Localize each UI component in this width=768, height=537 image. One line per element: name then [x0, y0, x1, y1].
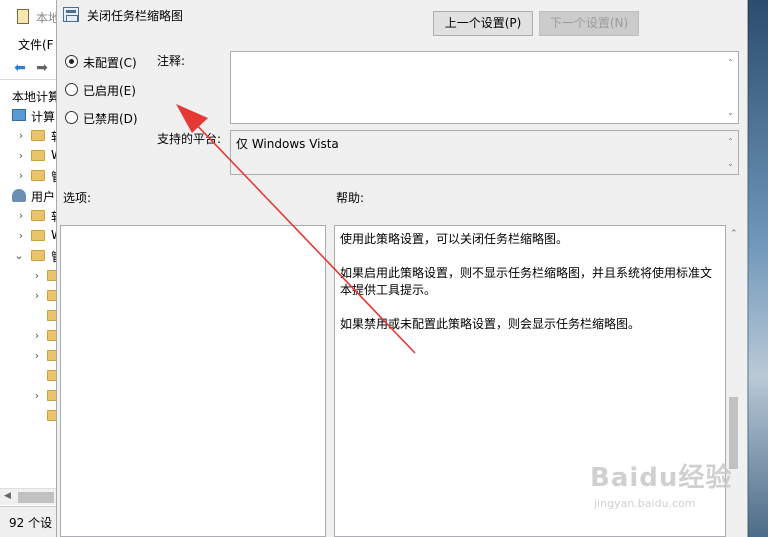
chevron-right-icon[interactable]: ›	[32, 269, 42, 282]
watermark-brand: Baidu经验	[590, 463, 733, 493]
policy-title: 关闭任务栏缩略图	[87, 9, 184, 23]
desktop-background	[749, 0, 768, 537]
folder-icon	[31, 230, 45, 241]
tree-subitem[interactable]	[0, 406, 61, 426]
bg-menu-bar: 文件(F	[0, 34, 58, 54]
chevron-down-icon[interactable]: ⌄	[14, 249, 24, 262]
supported-platform-label: 支持的平台:	[157, 132, 222, 146]
bg-status-bar: 92 个设	[0, 506, 58, 537]
tree-subitem[interactable]: ›	[0, 386, 61, 406]
chevron-right-icon[interactable]: ›	[16, 209, 26, 222]
tree-item[interactable]: › 软	[0, 206, 63, 226]
tree-item[interactable]: › W	[0, 226, 63, 246]
supported-platform-value: 仅 Windows Vista	[236, 137, 339, 151]
scroll-down-icon[interactable]: ⌄	[726, 159, 735, 168]
tree-subitem[interactable]: ›	[0, 286, 61, 306]
tree-item-label: 计算	[31, 110, 56, 124]
computer-icon	[12, 109, 26, 121]
tree-subitem[interactable]	[0, 306, 61, 326]
radio-label: 未配置(C)	[83, 56, 137, 70]
previous-setting-button[interactable]: 上一个设置(P)	[433, 11, 533, 36]
bg-title-bar: 本地	[0, 0, 60, 32]
comment-label: 注释:	[157, 54, 186, 68]
scroll-left-icon[interactable]: ◀	[4, 491, 11, 501]
options-panel	[60, 225, 326, 537]
options-label: 选项:	[63, 191, 92, 205]
chevron-right-icon[interactable]: ›	[32, 349, 42, 362]
tree-subitem[interactable]: ›	[0, 346, 61, 366]
chevron-right-icon[interactable]: ›	[16, 149, 26, 162]
scroll-up-icon[interactable]: ⌃	[726, 58, 735, 67]
tree-item[interactable]: › 管	[0, 166, 63, 186]
background-policy-editor: 本地 文件(F ⬅ ➡ 本地计算 计算 › 软 › W › 管	[0, 0, 63, 537]
radio-label: 已禁用(D)	[83, 112, 138, 126]
folder-icon	[31, 130, 45, 141]
tree-item-label: 用户	[31, 190, 56, 204]
tree-item-expanded[interactable]: ⌄ 管	[0, 246, 63, 266]
help-paragraph: 如果启用此策略设置，则不显示任务栏缩略图，并且系统将使用标准文本提供工具提示。	[340, 266, 713, 297]
tree-view: 计算 › 软 › W › 管 用户 › 软 › W	[0, 106, 63, 486]
tree-subitem[interactable]: ›	[0, 266, 61, 286]
folder-icon	[31, 150, 45, 161]
watermark-url: jingyan.baidu.com	[594, 497, 696, 510]
forward-arrow-icon[interactable]: ➡	[33, 60, 51, 76]
radio-label: 已启用(E)	[83, 84, 136, 98]
next-setting-button[interactable]: 下一个设置(N)	[539, 11, 639, 36]
back-arrow-icon[interactable]: ⬅	[11, 60, 29, 76]
help-paragraph: 使用此策略设置，可以关闭任务栏缩略图。	[340, 232, 569, 246]
chevron-right-icon[interactable]: ›	[16, 169, 26, 182]
help-paragraph: 如果禁用或未配置此策略设置，则会显示任务栏缩略图。	[340, 317, 641, 331]
file-menu[interactable]: 文件(F	[18, 36, 54, 53]
radio-button[interactable]	[65, 55, 78, 68]
help-text: 使用此策略设置，可以关闭任务栏缩略图。 如果启用此策略设置，则不显示任务栏缩略图…	[340, 231, 720, 350]
chevron-right-icon[interactable]: ›	[32, 329, 42, 342]
policy-icon	[63, 7, 79, 22]
tree-item-user-config[interactable]: 用户	[0, 186, 58, 206]
scroll-up-icon[interactable]: ⌃	[726, 137, 735, 146]
comment-textarea[interactable]: ⌃ ⌄	[230, 51, 739, 124]
bg-toolbar: ⬅ ➡	[0, 56, 58, 80]
chevron-right-icon[interactable]: ›	[16, 229, 26, 242]
radio-button[interactable]	[65, 83, 78, 96]
tree-root[interactable]: 本地计算	[0, 86, 61, 106]
document-icon	[17, 9, 29, 24]
user-icon	[12, 189, 26, 202]
folder-icon	[31, 170, 45, 181]
tree-item[interactable]: › W	[0, 146, 63, 166]
supported-platform-field: 仅 Windows Vista ⌃ ⌄	[230, 130, 739, 175]
tree-subitem[interactable]	[0, 366, 61, 386]
radio-button[interactable]	[65, 111, 78, 124]
folder-icon	[31, 210, 45, 221]
tree-item[interactable]: › 软	[0, 126, 63, 146]
tree-subitem[interactable]: ›	[0, 326, 61, 346]
status-text: 92 个设	[9, 516, 53, 530]
chevron-right-icon[interactable]: ›	[16, 129, 26, 142]
scroll-down-icon[interactable]: ⌄	[726, 108, 735, 117]
baidu-watermark: Baidu经验 jingyan.baidu.com	[590, 457, 733, 510]
scrollbar-thumb[interactable]	[18, 492, 54, 503]
bg-horizontal-scrollbar[interactable]: ◀	[0, 488, 58, 505]
scroll-up-icon[interactable]: ⌃	[730, 229, 738, 239]
chevron-right-icon[interactable]: ›	[32, 389, 42, 402]
help-label: 帮助:	[336, 191, 365, 205]
folder-icon	[31, 250, 45, 261]
tree-item-computer-config[interactable]: 计算	[0, 106, 58, 126]
chevron-right-icon[interactable]: ›	[32, 289, 42, 302]
tree-root-label: 本地计算	[12, 90, 61, 104]
